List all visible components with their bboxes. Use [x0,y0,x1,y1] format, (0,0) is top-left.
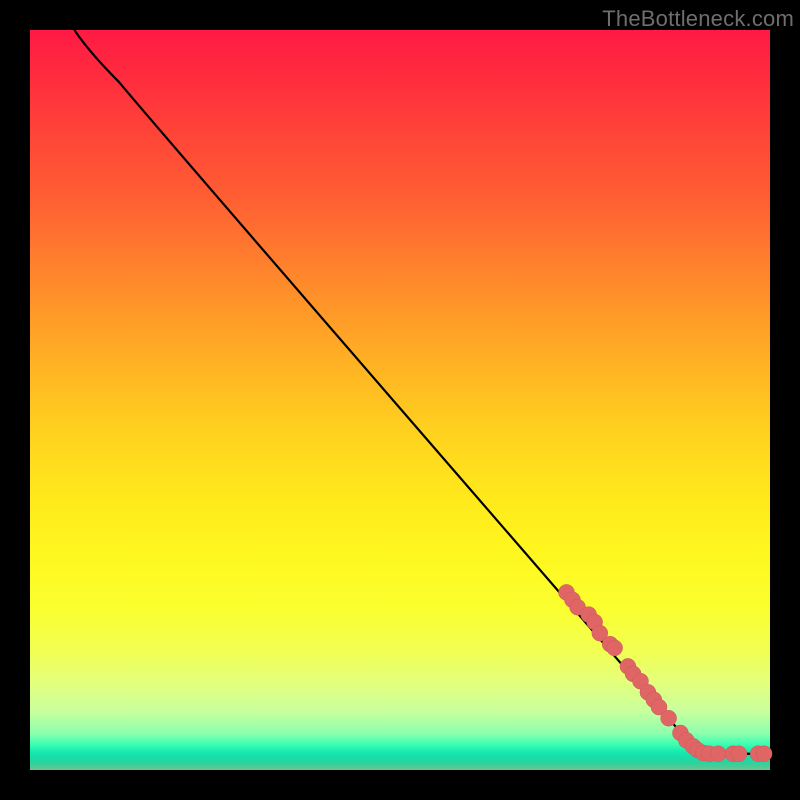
data-point [756,746,772,762]
data-point [731,746,747,762]
data-point [710,746,726,762]
chart-frame: TheBottleneck.com [0,0,800,800]
data-points [559,584,773,761]
data-point [661,710,677,726]
chart-svg [30,30,770,770]
curve-line [74,30,770,754]
data-point [607,640,623,656]
watermark-text: TheBottleneck.com [602,6,794,32]
